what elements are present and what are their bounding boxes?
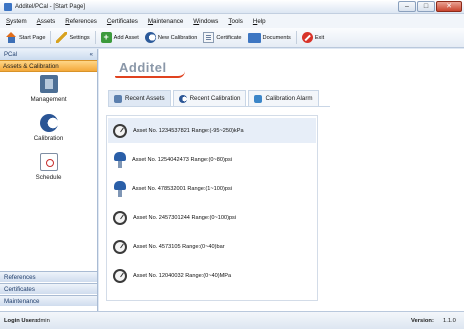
sidebar-group-assets-calibration[interactable]: Assets & Calibration [0, 60, 97, 72]
version-value: 1.1.0 [443, 318, 456, 324]
close-button[interactable]: ✕ [436, 1, 462, 12]
asset-label: Asset No. 2457301244 Range:(0~100)psi [133, 214, 237, 221]
list-item[interactable]: Asset No. 1254042473 Range:(0~80)psi [108, 147, 316, 172]
list-item[interactable]: Asset No. 4573105 Range:(0~40)bar [108, 234, 316, 259]
sidebar-item-label: Management [30, 96, 67, 103]
recent-assets-list: Asset No. 1234537821 Range:(-95~250)kPa … [106, 115, 318, 301]
asset-label: Asset No. 1234537821 Range:(-95~250)kPa [133, 127, 244, 134]
sidebar-group-certificates[interactable]: Certificates [0, 283, 97, 294]
calibration-icon [178, 94, 187, 103]
maximize-button[interactable]: □ [417, 1, 435, 12]
start-page-button[interactable]: Start Page [3, 30, 48, 46]
start-page-label: Start Page [19, 34, 46, 41]
sidebar-item-calibration[interactable]: Calibration [0, 114, 97, 142]
gauge-icon [113, 239, 127, 254]
tab-recent-assets[interactable]: Recent Assets [108, 90, 171, 106]
sidebar-item-label: Calibration [33, 135, 64, 142]
menu-maintenance[interactable]: Maintenance [148, 18, 183, 25]
list-item[interactable]: Asset No. 12040032 Range:(0~40)MPa [108, 263, 316, 288]
sidebar-item-label: Schedule [35, 174, 62, 181]
tab-label: Recent Calibration [189, 95, 241, 102]
schedule-icon [39, 153, 58, 171]
window-controls: – □ ✕ [398, 1, 462, 12]
sidebar-group-maintenance[interactable]: Maintenance [0, 295, 97, 306]
folder-icon [247, 32, 261, 43]
tab-calibration-alarm[interactable]: Calibration Alarm [248, 90, 319, 106]
tab-label: Calibration Alarm [265, 95, 313, 102]
start-page: Additel Recent Assets Recent Calibration… [99, 49, 464, 311]
new-calibration-label: New Calibration [157, 34, 198, 41]
assets-icon [114, 94, 122, 103]
certificate-button[interactable]: Certificate [200, 30, 244, 46]
sidebar-item-schedule[interactable]: Schedule [0, 153, 97, 181]
collapse-sidebar-button[interactable]: « [90, 52, 93, 58]
add-asset-label: Add Asset [113, 34, 139, 41]
sidebar: PCal « Assets & Calibration Management C… [0, 49, 98, 311]
toolbar: Start Page Settings + Add Asset New Cali… [0, 28, 464, 48]
menu-references[interactable]: References [65, 18, 97, 25]
menu-tools[interactable]: Tools [228, 18, 242, 25]
menu-assets[interactable]: Assets [37, 18, 56, 25]
documents-button[interactable]: Documents [245, 30, 294, 46]
version-label: Version: [411, 318, 434, 324]
alarm-icon [254, 94, 263, 103]
plus-icon: + [100, 32, 112, 43]
gauge-icon [113, 268, 127, 283]
status-bar: Login User : admin Version: 1.1.0 [0, 311, 464, 329]
menu-certificates[interactable]: Certificates [107, 18, 138, 25]
tab-divider [108, 106, 330, 107]
menu-help[interactable]: Help [253, 18, 266, 25]
asset-label: Asset No. 478532001 Range:(1~100)psi [132, 185, 232, 192]
add-asset-button[interactable]: + Add Asset [98, 30, 142, 46]
wrench-icon [56, 32, 68, 43]
asset-label: Asset No. 12040032 Range:(0~40)MPa [133, 272, 232, 279]
transmitter-icon [114, 180, 126, 197]
tab-strip: Recent Assets Recent Calibration Calibra… [108, 90, 319, 106]
certificate-label: Certificate [216, 34, 242, 41]
exit-button[interactable]: Exit [299, 30, 327, 46]
exit-label: Exit [314, 34, 325, 41]
tab-recent-calibration[interactable]: Recent Calibration [172, 90, 247, 106]
login-user-value: admin [34, 318, 50, 324]
sidebar-group-references[interactable]: References [0, 271, 97, 282]
list-item[interactable]: Asset No. 2457301244 Range:(0~100)psi [108, 205, 316, 230]
settings-label: Settings [69, 34, 90, 41]
certificate-icon [203, 32, 215, 43]
gauge-icon [113, 210, 127, 225]
menu-bar: System Assets References Certificates Ma… [0, 14, 464, 28]
gauge-icon [113, 123, 127, 138]
login-user-label: Login User : [4, 318, 38, 324]
home-icon [6, 32, 17, 43]
minimize-button[interactable]: – [398, 1, 416, 12]
window-title: Additel/PCal - [Start Page] [15, 3, 86, 10]
transmitter-icon [114, 151, 126, 168]
menu-system[interactable]: System [6, 18, 27, 25]
list-item[interactable]: Asset No. 1234537821 Range:(-95~250)kPa [108, 118, 316, 143]
brand-logo: Additel [115, 58, 185, 78]
exit-icon [301, 32, 313, 43]
asset-label: Asset No. 1254042473 Range:(0~80)psi [132, 156, 232, 163]
asset-label: Asset No. 4573105 Range:(0~40)bar [133, 243, 225, 250]
sidebar-header: PCal « [0, 49, 97, 60]
new-calibration-button[interactable]: New Calibration [142, 30, 200, 46]
title-bar: Additel/PCal - [Start Page] – □ ✕ [0, 0, 464, 14]
sidebar-item-management[interactable]: Management [0, 75, 97, 103]
brand-swoosh [115, 71, 185, 78]
toolbar-separator [94, 31, 96, 44]
sidebar-title: PCal [4, 51, 18, 58]
tab-label: Recent Assets [125, 95, 165, 102]
management-icon [39, 75, 58, 93]
toolbar-separator [50, 31, 52, 44]
toolbar-separator [295, 31, 297, 44]
list-item[interactable]: Asset No. 478532001 Range:(1~100)psi [108, 176, 316, 201]
calibration-icon [144, 32, 156, 43]
app-icon [4, 2, 12, 11]
settings-button[interactable]: Settings [53, 30, 92, 46]
documents-label: Documents [262, 34, 291, 41]
menu-windows[interactable]: Windows [193, 18, 218, 25]
calibration-icon [39, 114, 58, 132]
